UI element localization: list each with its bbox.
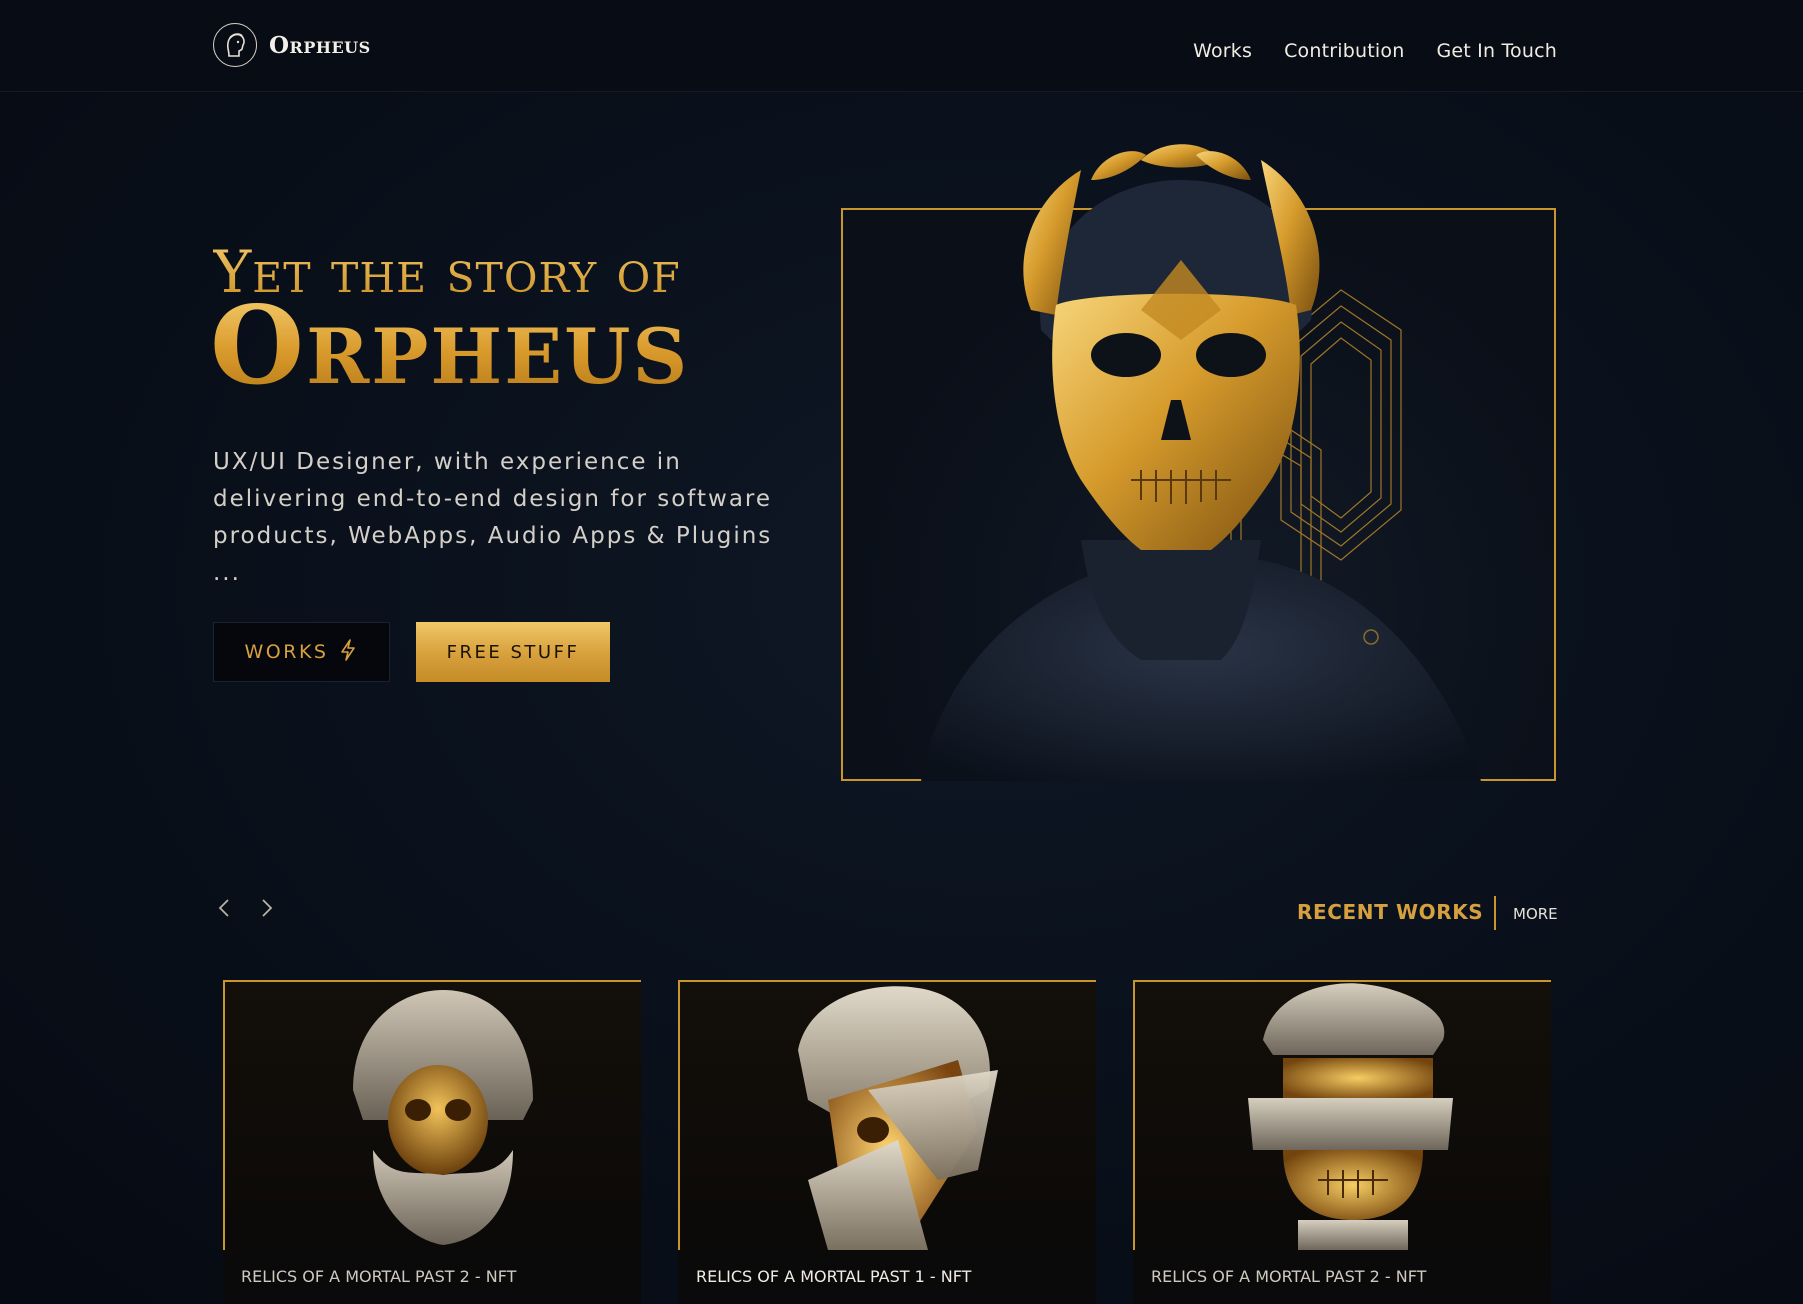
work-card-caption: RELICS OF A MORTAL PAST 1 - NFT bbox=[696, 1267, 972, 1286]
more-link[interactable]: MORE bbox=[1513, 905, 1558, 923]
hero-title: Orpheus bbox=[210, 283, 690, 409]
work-card[interactable]: RELICS OF A MORTAL PAST 1 - NFT bbox=[678, 980, 1096, 1304]
brand-logo[interactable]: Orpheus bbox=[213, 22, 371, 68]
brand-name: Orpheus bbox=[269, 31, 371, 59]
work-card[interactable]: RELICS OF A MORTAL PAST 2 - NFT bbox=[223, 980, 641, 1304]
recent-works-title: RECENT WORKS bbox=[1297, 900, 1484, 924]
orpheus-bust-icon bbox=[213, 23, 257, 67]
free-stuff-button[interactable]: FREE STUFF bbox=[416, 622, 610, 682]
work-card-frame bbox=[678, 980, 1096, 1250]
gold-skull-bust-image bbox=[921, 144, 1481, 781]
work-card-caption: RELICS OF A MORTAL PAST 2 - NFT bbox=[241, 1267, 517, 1286]
works-button[interactable]: WORKS bbox=[213, 622, 390, 682]
top-navigation-bar: Orpheus Works Contribution Get In Touch bbox=[0, 0, 1803, 92]
nav-get-in-touch[interactable]: Get In Touch bbox=[1436, 40, 1557, 62]
work-card-caption: RELICS OF A MORTAL PAST 2 - NFT bbox=[1151, 1267, 1427, 1286]
chevron-right-icon[interactable] bbox=[254, 896, 278, 920]
nav-contribution[interactable]: Contribution bbox=[1284, 40, 1404, 62]
work-card-frame bbox=[1133, 980, 1551, 1250]
recent-works-divider bbox=[1494, 896, 1496, 930]
work-card[interactable]: RELICS OF A MORTAL PAST 2 - NFT bbox=[1133, 980, 1551, 1304]
work-card-frame bbox=[223, 980, 641, 1250]
chevron-left-icon[interactable] bbox=[213, 896, 237, 920]
lightning-icon bbox=[338, 638, 358, 667]
works-button-label: WORKS bbox=[244, 641, 329, 663]
free-stuff-button-label: FREE STUFF bbox=[446, 641, 580, 663]
nav-works[interactable]: Works bbox=[1193, 40, 1252, 62]
hero-description: UX/UI Designer, with experience in deliv… bbox=[213, 449, 773, 586]
main-nav: Works Contribution Get In Touch bbox=[1193, 40, 1557, 62]
